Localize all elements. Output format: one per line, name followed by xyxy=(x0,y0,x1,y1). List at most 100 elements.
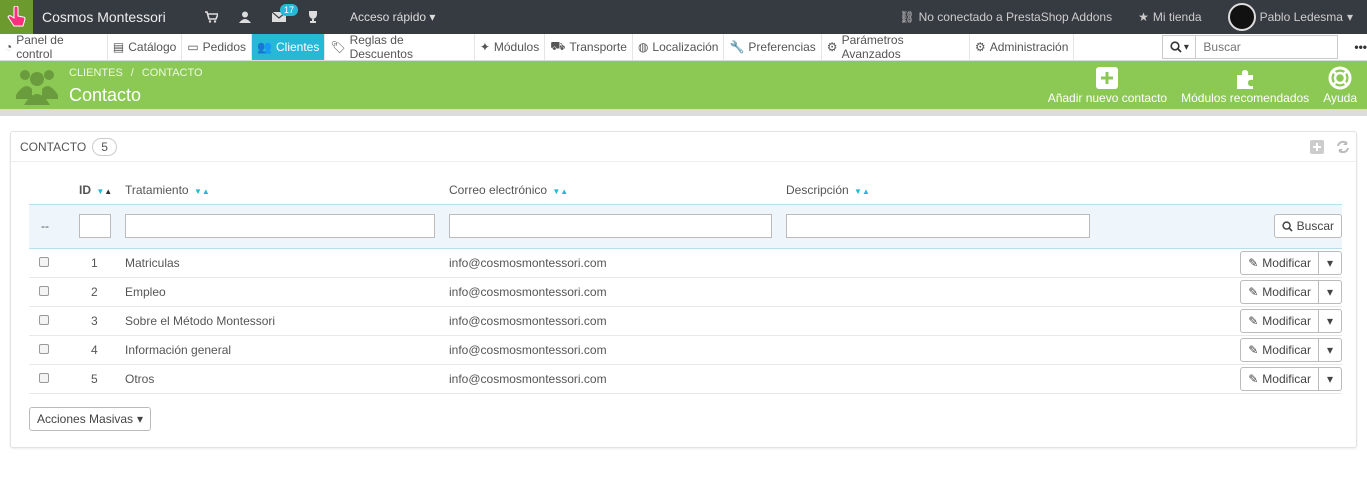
panel-title: CONTACTO xyxy=(20,139,87,154)
credit-card-icon: ▭ xyxy=(187,40,199,54)
search-icon xyxy=(1170,41,1182,53)
messages-icon[interactable]: 17 xyxy=(262,0,299,34)
nav-item-advanced-parameters[interactable]: ⚙ Parámetros Avanzados xyxy=(822,33,970,61)
filter-id-input[interactable] xyxy=(79,214,111,238)
caret-down-icon: ▾ xyxy=(1326,284,1333,299)
add-contact-button[interactable]: Añadir nuevo contacto xyxy=(1048,65,1167,105)
tags-icon: 🏷 xyxy=(330,40,346,54)
nav-item-localization[interactable]: ◍ Localización xyxy=(633,34,725,60)
caret-down-icon: ▾ xyxy=(1326,342,1333,357)
cell-id: 3 xyxy=(79,306,125,336)
nav-item-customers[interactable]: 👥 Clientes xyxy=(252,34,326,60)
edit-button[interactable]: ✎ Modificar xyxy=(1240,308,1319,333)
table-row[interactable]: 5 Otros info@cosmosmontessori.com ✎ Modif… xyxy=(29,364,1342,394)
nav-label: Módulos xyxy=(493,40,540,54)
column-label: Tratamiento xyxy=(125,182,189,197)
breadcrumb-item[interactable]: CONTACTO xyxy=(142,67,203,79)
more-menu-icon[interactable]: ••• xyxy=(1354,34,1367,60)
search-input[interactable] xyxy=(1196,35,1339,59)
nav-item-preferences[interactable]: 🔧 Preferencias xyxy=(724,34,822,60)
search-icon xyxy=(1282,220,1293,232)
bulk-actions-button[interactable]: Acciones Masivas ▾ xyxy=(29,407,152,431)
panel-heading: CONTACTO 5 xyxy=(11,132,1356,162)
nav-item-administration[interactable]: ⚙ Administración xyxy=(970,34,1075,60)
filter-email-input[interactable] xyxy=(449,214,772,238)
sort-arrows-icon[interactable]: ▼▲ xyxy=(96,187,112,196)
nav-label: Administración xyxy=(989,40,1069,54)
filter-row: -- Buscar xyxy=(29,203,1342,249)
nav-label: Clientes xyxy=(275,40,320,54)
customer-icon[interactable] xyxy=(228,0,262,34)
row-checkbox[interactable] xyxy=(39,256,49,267)
row-actions-dropdown[interactable]: ▾ xyxy=(1318,250,1342,275)
filter-description-input[interactable] xyxy=(786,214,1090,238)
table-row[interactable]: 4 Información general info@cosmosmontess… xyxy=(29,335,1342,365)
column-header-description[interactable]: Descripción ▼▲ xyxy=(786,176,1106,204)
edit-button[interactable]: ✎ Modificar xyxy=(1240,250,1319,275)
nav-item-catalog[interactable]: ▤ Catálogo xyxy=(108,34,183,60)
cell-email: info@cosmosmontessori.com xyxy=(449,364,786,394)
header-divider xyxy=(0,109,1367,116)
sort-arrows-icon[interactable]: ▼▲ xyxy=(552,187,568,196)
recommended-modules-button[interactable]: Módulos recomendados xyxy=(1181,65,1309,105)
column-header-email[interactable]: Correo electrónico ▼▲ xyxy=(449,176,786,204)
sort-arrows-icon[interactable]: ▼▲ xyxy=(194,187,210,196)
row-actions-dropdown[interactable]: ▾ xyxy=(1318,337,1342,362)
table-row[interactable]: 1 Matriculas info@cosmosmontessori.com ✎… xyxy=(29,248,1342,278)
table-row[interactable]: 3 Sobre el Método Montessori info@cosmos… xyxy=(29,306,1342,336)
shop-name-link[interactable]: Cosmos Montessori xyxy=(42,9,194,25)
edit-button[interactable]: ✎ Modificar xyxy=(1240,337,1319,362)
book-icon: ▤ xyxy=(112,40,125,54)
my-store-link[interactable]: ★ Mi tienda xyxy=(1138,10,1201,24)
cell-email: info@cosmosmontessori.com xyxy=(449,306,786,336)
row-checkbox[interactable] xyxy=(39,372,49,383)
prestashop-logo-icon[interactable] xyxy=(0,0,33,34)
table-row[interactable]: 2 Empleo info@cosmosmontessori.com ✎ Modi… xyxy=(29,277,1342,307)
addons-status-link[interactable]: ⛓ No conectado a PrestaShop Addons xyxy=(899,10,1112,24)
caret-down-icon: ▾ xyxy=(1326,255,1333,270)
search-type-dropdown[interactable]: ▾ xyxy=(1162,35,1197,59)
edit-button[interactable]: ✎ Modificar xyxy=(1240,279,1319,304)
row-actions: ✎ Modificar ▾ xyxy=(1240,250,1342,275)
row-actions-dropdown[interactable]: ▾ xyxy=(1318,308,1342,333)
customers-large-icon xyxy=(16,67,58,108)
add-new-icon[interactable] xyxy=(1308,138,1326,156)
column-header-title[interactable]: Tratamiento ▼▲ xyxy=(125,176,449,204)
quick-access-menu[interactable]: Acceso rápido ▾ xyxy=(350,10,435,24)
users-icon: 👥 xyxy=(257,40,272,54)
search-button[interactable]: Buscar xyxy=(1273,214,1342,238)
nav-label: Parámetros Avanzados xyxy=(841,33,904,61)
cell-title: Otros xyxy=(125,364,449,394)
nav-item-shipping[interactable]: ⛟ Transporte xyxy=(545,34,633,60)
nav-item-discounts[interactable]: 🏷 Reglas de Descuentos xyxy=(325,33,475,61)
column-header-id[interactable]: ID ▼▲ xyxy=(79,176,125,204)
page-header: CLIENTES / CONTACTO Contacto Añadir nuev… xyxy=(0,61,1367,109)
cart-icon[interactable] xyxy=(194,0,228,34)
quick-access-label: Acceso rápido xyxy=(350,10,427,24)
breadcrumb-item[interactable]: CLIENTES xyxy=(69,67,123,79)
nav-item-modules[interactable]: ✦ Módulos xyxy=(475,34,546,60)
nav-item-dashboard[interactable]: ◔ Panel de control xyxy=(0,33,108,61)
edit-label: Modificar xyxy=(1262,284,1311,299)
trophy-icon[interactable] xyxy=(296,0,330,34)
row-checkbox[interactable] xyxy=(39,285,49,296)
nav-label: Pedidos xyxy=(202,40,247,54)
row-checkbox[interactable] xyxy=(39,314,49,325)
chain-broken-icon: ⛓ xyxy=(899,10,915,24)
row-actions-dropdown[interactable]: ▾ xyxy=(1318,279,1342,304)
refresh-icon[interactable] xyxy=(1334,138,1352,156)
cogs-icon: ⚙ xyxy=(826,40,838,54)
employee-menu[interactable]: Pablo Ledesma ▾ xyxy=(1227,3,1353,31)
help-label: Ayuda xyxy=(1323,91,1357,105)
row-checkbox[interactable] xyxy=(39,343,49,354)
column-label: Correo electrónico xyxy=(449,182,548,197)
filter-title-input[interactable] xyxy=(125,214,435,238)
help-button[interactable]: Ayuda xyxy=(1323,65,1357,105)
sort-arrows-icon[interactable]: ▼▲ xyxy=(854,187,870,196)
avatar xyxy=(1227,3,1256,31)
edit-button[interactable]: ✎ Modificar xyxy=(1240,366,1319,391)
nav-item-orders[interactable]: ▭ Pedidos xyxy=(182,34,253,60)
cell-email: info@cosmosmontessori.com xyxy=(449,248,786,278)
row-actions-dropdown[interactable]: ▾ xyxy=(1318,366,1342,391)
edit-label: Modificar xyxy=(1262,313,1311,328)
